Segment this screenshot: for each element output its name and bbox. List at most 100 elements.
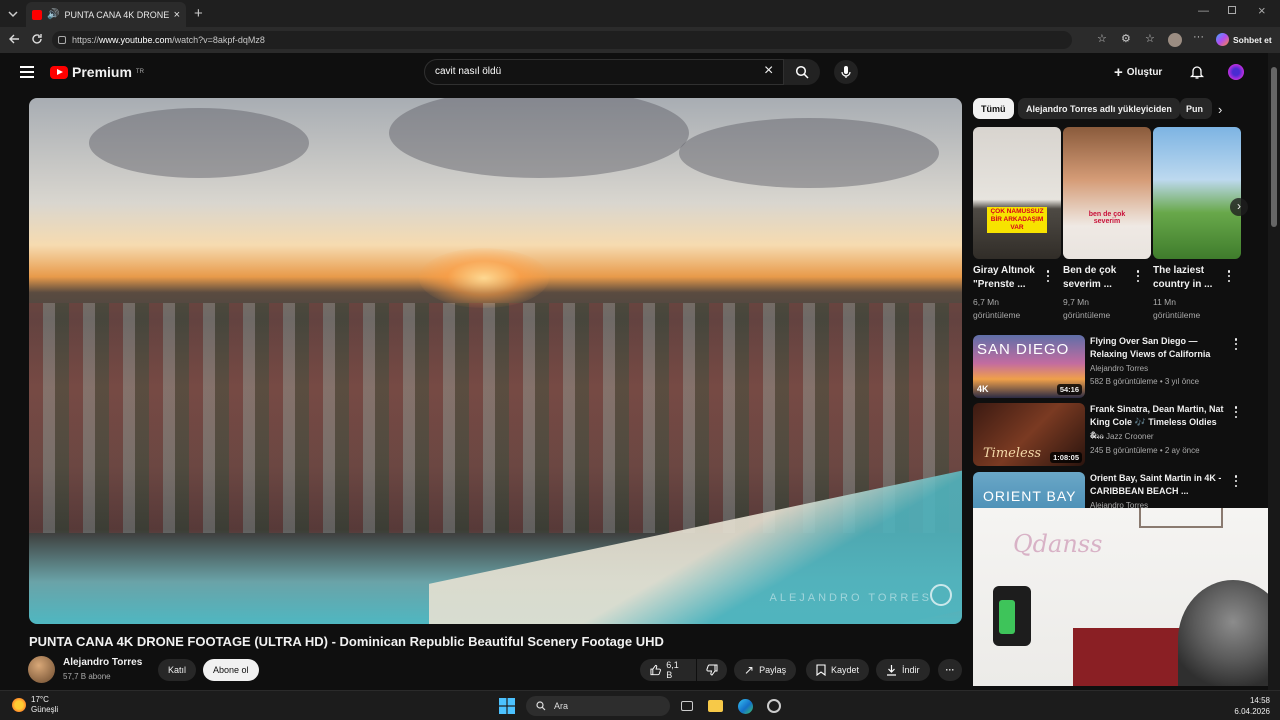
maximize-button[interactable] xyxy=(1228,6,1236,14)
profile-avatar-icon[interactable] xyxy=(1168,33,1182,47)
like-button[interactable]: 6,1 B xyxy=(640,659,696,681)
join-button[interactable]: Katıl xyxy=(158,659,197,681)
download-button[interactable]: İndir xyxy=(876,659,930,681)
app-icon[interactable] xyxy=(764,696,784,716)
join-label: Katıl xyxy=(168,665,187,675)
chip-punta[interactable]: Pun xyxy=(1180,98,1212,119)
thumb-overlay-text: ORIENT BAY xyxy=(983,488,1077,504)
plus-icon: + xyxy=(1114,63,1123,81)
create-label: Oluştur xyxy=(1126,66,1163,78)
short-title[interactable]: The laziest country in ... xyxy=(1153,264,1225,292)
short-caption: ÇOK NAMUSSUZ BİR ARKADAŞIM VAR xyxy=(987,207,1047,233)
site-info-icon[interactable] xyxy=(58,36,66,44)
taskbar-search[interactable]: Ara xyxy=(526,696,670,716)
reload-icon[interactable] xyxy=(30,32,44,46)
search-input[interactable]: cavit nasıl öldü xyxy=(424,59,784,85)
dislike-button[interactable] xyxy=(697,659,727,681)
short-menu-icon[interactable] xyxy=(1043,269,1053,283)
close-tab-icon[interactable]: × xyxy=(174,9,180,21)
like-count: 6,1 B xyxy=(666,660,679,680)
speaker-icon[interactable]: 🔊 xyxy=(47,9,59,20)
related-video-thumbnail[interactable]: SAN DIEGO 4K 54:16 xyxy=(973,335,1085,398)
windows-start-icon[interactable] xyxy=(497,696,517,716)
short-thumbnail[interactable] xyxy=(1153,127,1241,259)
short-views: 11 Mn görüntüleme xyxy=(1153,296,1233,322)
shorts-next-icon[interactable]: › xyxy=(1230,198,1248,216)
neon-sign: Qdanss xyxy=(1013,530,1103,558)
short-views: 6,7 Mn görüntüleme xyxy=(973,296,1053,322)
browser-tab-bar: 🔊 PUNTA CANA 4K DRONE FOO × + — × xyxy=(0,0,1280,27)
minimize-button[interactable]: — xyxy=(1198,5,1209,17)
favorites-star-icon[interactable]: ☆ xyxy=(1097,32,1107,45)
voice-search-button[interactable] xyxy=(834,60,858,84)
tab-youtube[interactable]: 🔊 PUNTA CANA 4K DRONE FOO × xyxy=(26,2,186,27)
short-title[interactable]: Giray Altınok "Prenste ... xyxy=(973,264,1045,292)
related-video-channel[interactable]: Alejandro Torres xyxy=(1090,364,1148,373)
related-video-thumbnail[interactable]: Timeless 1:08:05 xyxy=(973,403,1085,466)
youtube-play-icon xyxy=(50,65,68,79)
short-menu-icon[interactable] xyxy=(1133,269,1143,283)
copilot-button[interactable]: Sohbet et xyxy=(1216,33,1272,46)
related-video-title[interactable]: Flying Over San Diego — Relaxing Views o… xyxy=(1090,335,1230,361)
short-title[interactable]: Ben de çok severim ... xyxy=(1063,264,1135,292)
more-actions-button[interactable]: ··· xyxy=(938,659,962,681)
more-menu-icon[interactable]: ··· xyxy=(1193,31,1204,43)
search-icon xyxy=(536,701,546,711)
new-tab-button[interactable]: + xyxy=(194,5,203,22)
related-video-meta: 245 B görüntüleme • 2 ay önce xyxy=(1090,446,1200,455)
related-video-title[interactable]: Orient Bay, Saint Martin in 4K - CARIBBE… xyxy=(1090,472,1230,498)
weather-condition: Güneşli xyxy=(31,705,59,714)
video-duration: 1:08:05 xyxy=(1050,452,1082,463)
channel-name[interactable]: Alejandro Torres xyxy=(63,657,142,668)
sky-cloud xyxy=(679,118,939,188)
short-thumbnail[interactable]: ÇOK NAMUSSUZ BİR ARKADAŞIM VAR xyxy=(973,127,1061,259)
chips-next-icon[interactable]: › xyxy=(1218,102,1222,117)
video-menu-icon[interactable] xyxy=(1231,474,1241,488)
video-menu-icon[interactable] xyxy=(1231,405,1241,419)
search-value: cavit nasıl öldü xyxy=(435,66,502,77)
youtube-header: Premium TR cavit nasıl öldü × + Oluştur xyxy=(0,53,1268,91)
chip-label: Pun xyxy=(1186,103,1203,114)
guide-menu-icon[interactable] xyxy=(20,66,34,78)
related-video-thumbnail[interactable]: ORIENT BAY xyxy=(973,472,1085,508)
webcam-overlay: Qdanss xyxy=(973,508,1280,686)
file-explorer-icon[interactable] xyxy=(705,696,725,716)
clear-search-icon[interactable]: × xyxy=(764,63,773,79)
thumbs-up-icon xyxy=(650,664,661,676)
chip-all[interactable]: Tümü xyxy=(973,98,1014,119)
share-button[interactable]: ↗ Paylaş xyxy=(734,659,797,681)
related-video-meta: 582 B görüntüleme • 3 yıl önce xyxy=(1090,377,1200,386)
scrollbar-thumb[interactable] xyxy=(1271,67,1277,227)
channel-avatar[interactable] xyxy=(28,656,55,683)
youtube-logo[interactable]: Premium TR xyxy=(50,64,144,80)
url-host: www.youtube.com xyxy=(99,35,173,45)
video-menu-icon[interactable] xyxy=(1231,337,1241,351)
thumb-overlay-text: Timeless xyxy=(983,446,1042,461)
search-button[interactable] xyxy=(784,59,820,85)
short-view-count: 11 Mn xyxy=(1153,297,1176,307)
collections-icon[interactable]: ☆ xyxy=(1145,32,1155,45)
weather-widget[interactable]: 17°C Güneşli xyxy=(12,695,58,715)
url-field[interactable]: https://www.youtube.com/watch?v=8akpf-dq… xyxy=(52,31,1072,49)
taskbar-clock[interactable]: 14:58 6.04.2026 xyxy=(1234,695,1270,717)
save-button[interactable]: Kaydet xyxy=(806,659,870,681)
page-scrollbar[interactable] xyxy=(1268,53,1280,690)
short-thumbnail[interactable]: ben de çok severim xyxy=(1063,127,1151,259)
subscribe-button[interactable]: Abone ol xyxy=(203,659,259,681)
video-player[interactable]: ALEJANDRO TORRES xyxy=(29,98,962,624)
search-icon xyxy=(795,65,809,79)
tab-actions-icon[interactable] xyxy=(6,7,20,21)
extensions-icon[interactable]: ⚙ xyxy=(1121,32,1131,45)
watermark-logo-icon xyxy=(930,584,952,606)
task-view-icon[interactable] xyxy=(677,696,697,716)
chip-from-uploader[interactable]: Alejandro Torres adlı yükleyiciden xyxy=(1018,98,1180,119)
notifications-bell-icon[interactable] xyxy=(1189,64,1205,85)
back-icon[interactable] xyxy=(7,32,21,46)
close-window-button[interactable]: × xyxy=(1258,3,1266,18)
edge-browser-icon[interactable] xyxy=(735,696,755,716)
create-button[interactable]: + Oluştur xyxy=(1114,62,1162,82)
account-avatar[interactable] xyxy=(1228,64,1244,80)
short-menu-icon[interactable] xyxy=(1224,269,1234,283)
related-video-channel[interactable]: The Jazz Crooner xyxy=(1090,432,1154,441)
url-prefix: https:// xyxy=(72,35,100,45)
